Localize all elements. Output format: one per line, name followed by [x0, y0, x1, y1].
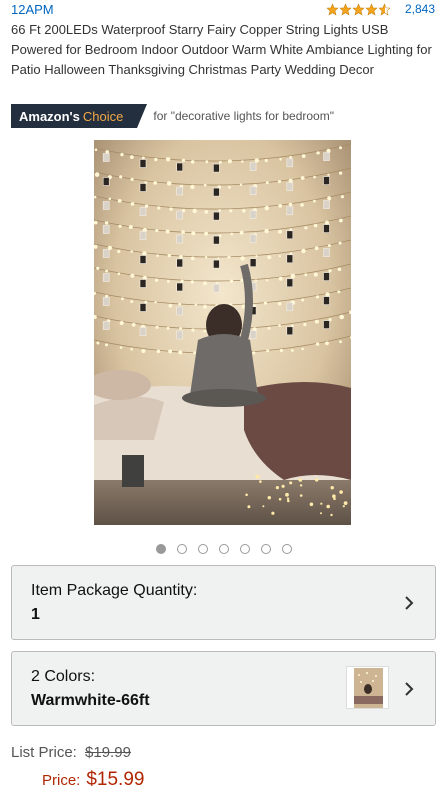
list-price-value: $19.99	[85, 744, 131, 761]
carousel-dot[interactable]	[282, 544, 292, 554]
carousel-dot[interactable]	[219, 544, 229, 554]
fairy-lights-photo	[94, 140, 351, 525]
carousel-dot[interactable]	[198, 544, 208, 554]
swatch-photo	[347, 667, 388, 708]
star-icon	[339, 2, 352, 16]
image-carousel-dots[interactable]	[156, 544, 303, 554]
price-label: Price:	[42, 772, 81, 789]
package-quantity-selector[interactable]: Item Package Quantity: 1	[11, 565, 436, 640]
carousel-dot[interactable]	[240, 544, 250, 554]
badge-query: for "decorative lights for bedroom"	[153, 109, 334, 123]
price-value: $15.99	[86, 769, 145, 790]
list-price-label: List Price:	[11, 744, 77, 761]
product-title: 66 Ft 200LEDs Waterproof Starry Fairy Co…	[11, 22, 432, 77]
amazons-choice: Amazon's Choice for "decorative lights f…	[11, 104, 334, 128]
price: Price: $15.99	[42, 769, 144, 791]
color-selector[interactable]: 2 Colors: Warmwhite-66ft	[11, 651, 436, 726]
product-image[interactable]	[94, 140, 351, 525]
carousel-dot[interactable]	[177, 544, 187, 554]
rating[interactable]: 2,843	[326, 2, 435, 16]
badge-accent: Choice	[82, 108, 124, 124]
quantity-label: Item Package Quantity:	[31, 582, 198, 599]
quantity-value: 1	[31, 606, 40, 623]
brand-link[interactable]: 12APM	[11, 2, 54, 17]
star-icon	[326, 2, 339, 16]
chevron-right-icon	[405, 596, 414, 610]
amazons-choice-badge: Amazon's Choice	[11, 104, 148, 128]
star-icon	[352, 2, 365, 16]
colors-label: 2 Colors:	[31, 668, 96, 685]
color-value: Warmwhite-66ft	[31, 692, 150, 709]
review-count-link[interactable]: 2,843	[405, 2, 435, 16]
carousel-dot[interactable]	[156, 544, 166, 554]
list-price: List Price: $19.99	[11, 744, 131, 761]
color-swatch-thumbnail[interactable]	[346, 666, 389, 709]
star-rating[interactable]	[326, 2, 391, 16]
carousel-dot[interactable]	[261, 544, 271, 554]
half-star-icon	[378, 2, 391, 16]
badge-prefix: Amazon's	[19, 108, 80, 124]
header-row: 12APM 2,843	[11, 2, 435, 20]
chevron-right-icon	[405, 682, 414, 696]
star-icon	[365, 2, 378, 16]
